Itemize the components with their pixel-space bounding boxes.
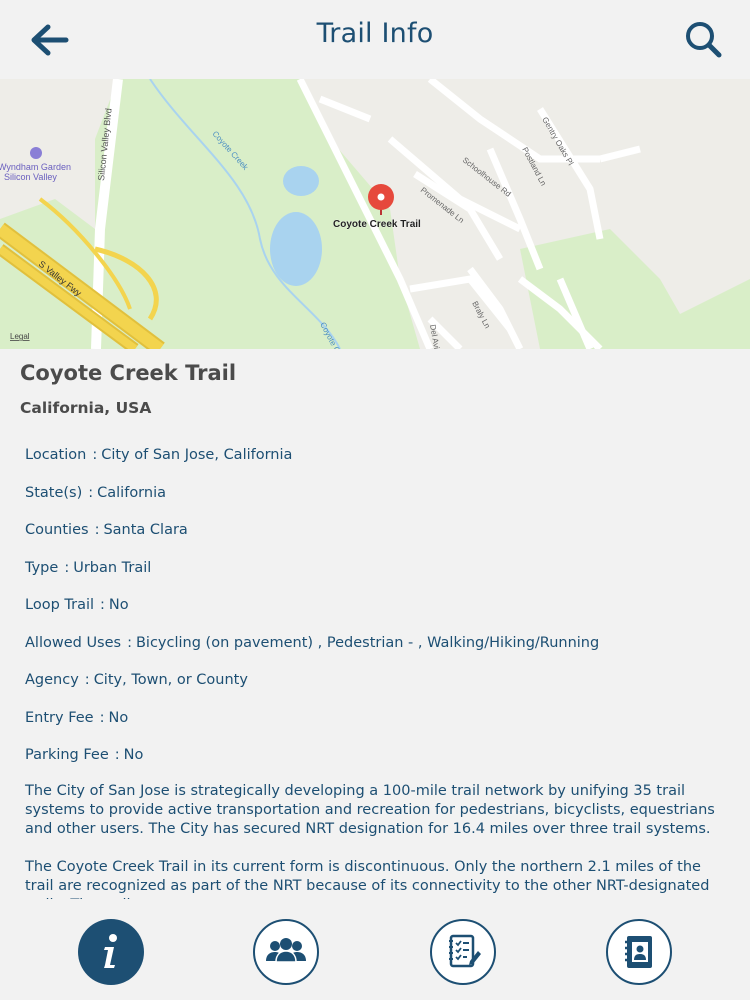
info-row-entry-fee: Entry Fee: No bbox=[25, 708, 735, 746]
info-label: Entry Fee bbox=[25, 709, 94, 726]
trail-info-list: Location: City of San Jose, California St… bbox=[25, 445, 735, 783]
info-separator: : bbox=[99, 709, 105, 726]
trail-name: Coyote Creek Trail bbox=[20, 361, 237, 385]
info-value: Bicycling (on pavement) , Pedestrian - ,… bbox=[135, 634, 600, 651]
info-label: Allowed Uses bbox=[25, 634, 122, 651]
info-label: Location bbox=[25, 447, 87, 463]
trail-region: California, USA bbox=[20, 399, 152, 417]
info-value: No bbox=[108, 597, 129, 613]
info-separator: : bbox=[114, 747, 120, 763]
search-button[interactable] bbox=[682, 16, 726, 62]
trail-details-panel[interactable]: Coyote Creek Trail California, USA Locat… bbox=[0, 349, 750, 899]
info-separator: : bbox=[88, 484, 94, 501]
info-row-loop-trail: Loop Trail: No bbox=[25, 595, 735, 633]
pond-small bbox=[283, 166, 319, 196]
info-row-states: State(s): California bbox=[25, 483, 735, 521]
checklist-notes-icon bbox=[449, 934, 481, 968]
poi-label-line1: Wyndham Garden bbox=[0, 162, 71, 172]
info-value: No bbox=[108, 709, 129, 726]
bottom-tab-bar bbox=[0, 900, 750, 1000]
tab-contacts[interactable] bbox=[606, 919, 672, 985]
info-row-counties: Counties: Santa Clara bbox=[25, 520, 735, 558]
info-value: Urban Trail bbox=[73, 559, 152, 576]
description-paragraph: The City of San Jose is strategically de… bbox=[25, 783, 715, 837]
search-icon bbox=[686, 22, 722, 58]
info-row-location: Location: City of San Jose, California bbox=[25, 445, 735, 483]
pond-large bbox=[270, 212, 322, 286]
tab-community[interactable] bbox=[253, 919, 319, 985]
people-group-icon bbox=[266, 938, 306, 963]
pin-label: Coyote Creek Trail bbox=[333, 219, 421, 230]
info-row-parking-fee: Parking Fee: No bbox=[25, 745, 735, 783]
info-row-type: Type: Urban Trail bbox=[25, 558, 735, 596]
info-value: Santa Clara bbox=[103, 522, 188, 538]
info-icon bbox=[104, 934, 117, 968]
info-separator: : bbox=[94, 522, 100, 538]
trail-map[interactable]: Wyndham Garden Silicon Valley Silicon Va… bbox=[0, 79, 750, 349]
contact-book-icon bbox=[625, 936, 652, 968]
info-row-allowed-uses: Allowed Uses: Bicycling (on pavement) , P… bbox=[25, 633, 735, 671]
info-value: No bbox=[123, 747, 144, 763]
description-paragraph: The Coyote Creek Trail in its current fo… bbox=[25, 859, 710, 899]
info-separator: : bbox=[84, 672, 90, 688]
info-separator: : bbox=[64, 559, 70, 576]
map-legal-link[interactable]: Legal bbox=[10, 332, 30, 341]
hotel-poi-icon bbox=[30, 147, 42, 159]
info-value: City of San Jose, California bbox=[101, 447, 293, 463]
poi-label-line2: Silicon Valley bbox=[4, 172, 57, 182]
info-label: Loop Trail bbox=[25, 597, 95, 613]
info-value: City, Town, or County bbox=[93, 672, 248, 688]
info-label: Parking Fee bbox=[25, 747, 109, 763]
page-title: Trail Info bbox=[316, 18, 434, 49]
info-row-agency: Agency: City, Town, or County bbox=[25, 670, 735, 708]
info-separator: : bbox=[92, 447, 98, 463]
info-label: Type bbox=[25, 559, 59, 576]
info-label: State(s) bbox=[25, 484, 83, 501]
tab-info[interactable] bbox=[78, 919, 144, 985]
tab-checklist[interactable] bbox=[430, 919, 496, 985]
trail-description: The City of San Jose is strategically de… bbox=[25, 782, 730, 899]
info-separator: : bbox=[127, 634, 132, 651]
info-separator: : bbox=[100, 597, 105, 613]
info-value: California bbox=[97, 484, 166, 501]
navigation-header: Trail Info bbox=[0, 0, 750, 80]
info-label: Agency bbox=[25, 672, 79, 688]
info-label: Counties bbox=[25, 522, 89, 538]
